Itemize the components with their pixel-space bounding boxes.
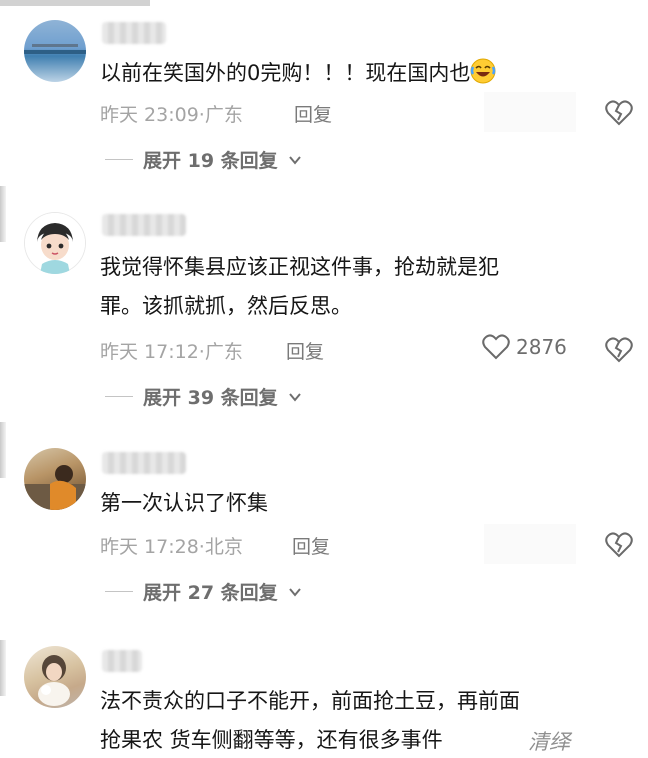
like-area-blank: [484, 524, 576, 564]
left-edge-shadow: [0, 186, 6, 242]
broken-heart-icon[interactable]: [605, 532, 633, 558]
comment-location: 北京: [204, 536, 243, 558]
username-blurred[interactable]: [102, 650, 142, 672]
avatar[interactable]: [24, 448, 86, 510]
avatar-image: [25, 213, 85, 274]
avatar-image: [24, 44, 86, 54]
divider-line: [105, 159, 133, 160]
comment-time: 昨天 23:09: [100, 104, 199, 126]
expand-replies[interactable]: 展开 19 条回复: [105, 146, 302, 173]
expand-replies-label: 展开 27 条回复: [143, 582, 278, 604]
comment-meta: 昨天 17:12·广东: [100, 341, 243, 363]
comment-location: 广东: [204, 104, 243, 126]
divider-line: [105, 591, 133, 592]
comment-text: 法不责众的口子不能开，前面抢土豆，再前面 抢果农 货车侧翻等等，还有很多事件: [100, 689, 520, 752]
comment-text: 第一次认识了怀集: [100, 491, 268, 515]
broken-heart-icon[interactable]: [605, 100, 633, 126]
divider-line: [105, 396, 133, 397]
chevron-down-icon: [288, 392, 301, 402]
watermark-text: 清绎: [528, 730, 570, 754]
comment-time: 昨天 17:28: [100, 536, 199, 558]
expand-replies-label: 展开 19 条回复: [143, 150, 278, 172]
expand-replies-label: 展开 39 条回复: [143, 387, 278, 409]
reply-button[interactable]: 回复: [286, 337, 324, 364]
username-blurred[interactable]: [102, 452, 186, 474]
chevron-down-icon: [288, 587, 301, 597]
comment-meta: 昨天 17:28·北京: [100, 536, 243, 558]
like-count: 2876: [516, 335, 567, 359]
reply-button[interactable]: 回复: [292, 532, 330, 559]
heart-outline-icon: [482, 334, 510, 360]
username-blurred[interactable]: [102, 22, 166, 44]
comment-item: 以前在笑国外的0完购！！！现在国内也 昨天 23:09·广东 回复 展开 19 …: [0, 0, 648, 190]
avatar[interactable]: [24, 646, 86, 708]
like-area-blank: [484, 92, 576, 132]
reply-button[interactable]: 回复: [294, 100, 332, 127]
comment-location: 广东: [204, 341, 243, 363]
avatar[interactable]: [24, 20, 86, 82]
avatar[interactable]: [24, 212, 86, 274]
avatar-image: [38, 655, 70, 706]
laughing-tears-emoji-icon: [470, 58, 496, 84]
like-button[interactable]: 2876: [482, 334, 567, 360]
comment-text: 我觉得怀集县应该正视这件事，抢劫就是犯 罪。该抓就抓，然后反思。: [100, 255, 499, 318]
avatar-image: [24, 465, 86, 510]
broken-heart-icon[interactable]: [605, 337, 633, 363]
comment-time: 昨天 17:12: [100, 341, 199, 363]
left-edge-shadow: [0, 640, 6, 696]
comment-feed: 以前在笑国外的0完购！！！现在国内也 昨天 23:09·广东 回复 展开 19 …: [0, 0, 648, 758]
expand-replies[interactable]: 展开 39 条回复: [105, 383, 302, 410]
expand-replies[interactable]: 展开 27 条回复: [105, 578, 302, 605]
chevron-down-icon: [288, 155, 301, 165]
comment-text: 以前在笑国外的0完购！！！现在国内也: [100, 54, 496, 93]
left-edge-shadow: [0, 422, 6, 478]
username-blurred[interactable]: [102, 214, 186, 236]
comment-meta: 昨天 23:09·广东: [100, 104, 243, 126]
